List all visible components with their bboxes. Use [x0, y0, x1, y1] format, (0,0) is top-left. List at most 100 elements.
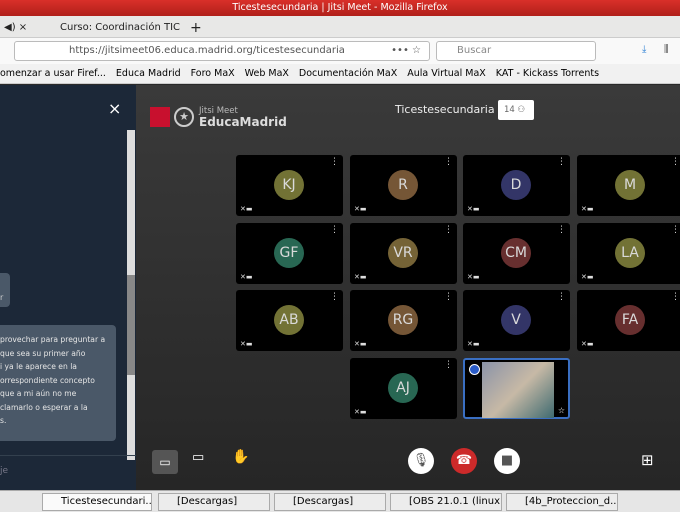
- bookmark[interactable]: Foro MaX: [191, 68, 235, 79]
- participant-tile[interactable]: RG ✕▬ ⋮: [350, 290, 457, 351]
- avatar: VR: [388, 238, 418, 268]
- more-options-icon[interactable]: ⋮: [444, 225, 453, 235]
- muted-icon: ✕▬: [467, 205, 480, 213]
- chat-panel: × r provechar para preguntar a que sea su…: [0, 85, 136, 490]
- search-input[interactable]: Buscar: [436, 41, 596, 61]
- url-bar[interactable]: https://jitsimeet06.educa.madrid.org/tic…: [14, 41, 430, 61]
- bookmark[interactable]: Web MaX: [245, 68, 289, 79]
- avatar: FA: [615, 305, 645, 335]
- more-options-icon[interactable]: ⋮: [330, 225, 339, 235]
- close-chat-button[interactable]: ×: [108, 99, 121, 118]
- more-options-icon[interactable]: ⋮: [444, 360, 453, 370]
- screenshare-button[interactable]: ▭: [192, 450, 204, 465]
- star-logo-icon: ★: [174, 107, 194, 127]
- avatar: AB: [274, 305, 304, 335]
- more-options-icon[interactable]: ⋮: [444, 292, 453, 302]
- participant-count: 14: [504, 105, 515, 115]
- participant-tile[interactable]: LA ✕▬ ⋮: [577, 223, 680, 284]
- participant-count-badge[interactable]: 14 ⚇: [498, 100, 534, 120]
- bookmark[interactable]: Documentación MaX: [299, 68, 397, 79]
- muted-icon: ✕▬: [354, 408, 367, 416]
- avatar: CM: [501, 238, 531, 268]
- bookmarks-bar: omenzar a usar Firef... Educa Madrid Foro …: [0, 64, 680, 84]
- bookmark[interactable]: Educa Madrid: [116, 68, 181, 79]
- participant-tile[interactable]: AJ ✕▬ ⋮: [350, 358, 457, 419]
- participant-tile[interactable]: M ✕▬ ⋮: [577, 155, 680, 216]
- bookmark[interactable]: KAT - Kickass Torrents: [496, 68, 599, 79]
- chat-message: provechar para preguntar a que sea su pri…: [0, 325, 116, 441]
- chat-scrollbar[interactable]: [127, 130, 135, 460]
- participant-tile[interactable]: D ✕▬ ⋮: [463, 155, 570, 216]
- avatar: M: [615, 170, 645, 200]
- muted-icon: ✕▬: [581, 205, 594, 213]
- url-text: https://jitsimeet06.educa.madrid.org/tic…: [69, 45, 345, 56]
- taskbar-item[interactable]: [OBS 21.0.1 (linux...: [390, 493, 502, 511]
- hangup-button[interactable]: ☎: [451, 448, 477, 474]
- muted-icon: ✕▬: [467, 273, 480, 281]
- muted-icon: ✕▬: [354, 340, 367, 348]
- participant-tile[interactable]: AB ✕▬ ⋮: [236, 290, 343, 351]
- taskbar-item[interactable]: [4b_Proteccion_d...: [506, 493, 618, 511]
- tab-bar: ◀) × Curso: Coordinación TIC × +: [0, 16, 680, 53]
- avatar: LA: [615, 238, 645, 268]
- more-options-icon[interactable]: ⋮: [671, 292, 680, 302]
- camera-button[interactable]: ■: [494, 448, 520, 474]
- bookmark[interactable]: omenzar a usar Firef...: [0, 68, 106, 79]
- participant-tile[interactable]: GF ✕▬ ⋮: [236, 223, 343, 284]
- message-line: que a mi aún no me: [0, 389, 77, 398]
- tab-curso[interactable]: Curso: Coordinación TIC ×: [40, 18, 180, 53]
- more-options-icon[interactable]: ⋮: [557, 157, 566, 167]
- library-icon[interactable]: ⫼: [664, 44, 669, 55]
- taskbar-item[interactable]: Ticestesecundari...: [42, 493, 152, 511]
- participant-tile[interactable]: FA ✕▬ ⋮: [577, 290, 680, 351]
- new-tab-button[interactable]: +: [186, 18, 202, 38]
- participant-tile[interactable]: KJ ✕▬ ⋮: [236, 155, 343, 216]
- tile-view-button[interactable]: ⊞: [641, 451, 654, 469]
- message-line: provechar para preguntar a: [0, 335, 106, 344]
- bookmark[interactable]: Aula Virtual MaX: [407, 68, 486, 79]
- participant-tile[interactable]: V ✕▬ ⋮: [463, 290, 570, 351]
- taskbar-item[interactable]: [Descargas]: [158, 493, 270, 511]
- participant-tile[interactable]: VR ✕▬ ⋮: [350, 223, 457, 284]
- muted-icon: ✕▬: [581, 273, 594, 281]
- more-options-icon[interactable]: ⋮: [671, 157, 680, 167]
- chat-bubble: r: [0, 273, 10, 307]
- muted-icon: ✕▬: [467, 340, 480, 348]
- more-options-icon[interactable]: ⋮: [557, 225, 566, 235]
- download-icon[interactable]: ⤓: [642, 44, 646, 55]
- microphone-button[interactable]: 🎙: [408, 448, 434, 474]
- avatar: V: [501, 305, 531, 335]
- chat-toggle-button[interactable]: ▭: [152, 450, 178, 474]
- participant-tile[interactable]: CM ✕▬ ⋮: [463, 223, 570, 284]
- madrid-flag-logo: [150, 107, 170, 127]
- muted-icon: ✕▬: [240, 273, 253, 281]
- muted-icon: ✕▬: [581, 340, 594, 348]
- window-title: Ticestesecundaria | Jitsi Meet - Mozilla…: [0, 0, 680, 16]
- pin-icon[interactable]: ☆: [558, 406, 565, 415]
- more-options-icon[interactable]: ⋮: [557, 292, 566, 302]
- taskbar-item[interactable]: [Descargas]: [274, 493, 386, 511]
- more-options-icon[interactable]: ⋮: [330, 292, 339, 302]
- more-options-icon[interactable]: ⋮: [671, 225, 680, 235]
- logo-bottom: EducaMadrid: [199, 115, 287, 129]
- avatar: GF: [274, 238, 304, 268]
- raise-hand-button[interactable]: ✋: [232, 449, 249, 465]
- room-name: Ticestesecundaria: [395, 103, 495, 116]
- taskbar: Ticestesecundari... [Descargas] [Descarg…: [0, 490, 680, 512]
- muted-icon: ✕▬: [240, 205, 253, 213]
- people-icon: ⚇: [517, 105, 526, 115]
- avatar: RG: [388, 305, 418, 335]
- participant-tile[interactable]: R ✕▬ ⋮: [350, 155, 457, 216]
- meeting-stage: ★ Jitsi Meet EducaMadrid Ticestesecundar…: [136, 85, 680, 490]
- avatar: R: [388, 170, 418, 200]
- page-actions-icon[interactable]: ••• ☆: [391, 42, 421, 60]
- more-options-icon[interactable]: ⋮: [444, 157, 453, 167]
- message-line: clamarlo o esperar a la: [0, 402, 88, 412]
- chat-input[interactable]: je: [0, 455, 136, 490]
- nav-bar: https://jitsimeet06.educa.madrid.org/tic…: [0, 38, 680, 64]
- tab-active[interactable]: ◀) ×: [0, 18, 36, 38]
- local-video-tile[interactable]: ☆: [463, 358, 570, 419]
- more-options-icon[interactable]: ⋮: [330, 157, 339, 167]
- avatar: KJ: [274, 170, 304, 200]
- message-line: i ya le aparece en la: [0, 362, 77, 371]
